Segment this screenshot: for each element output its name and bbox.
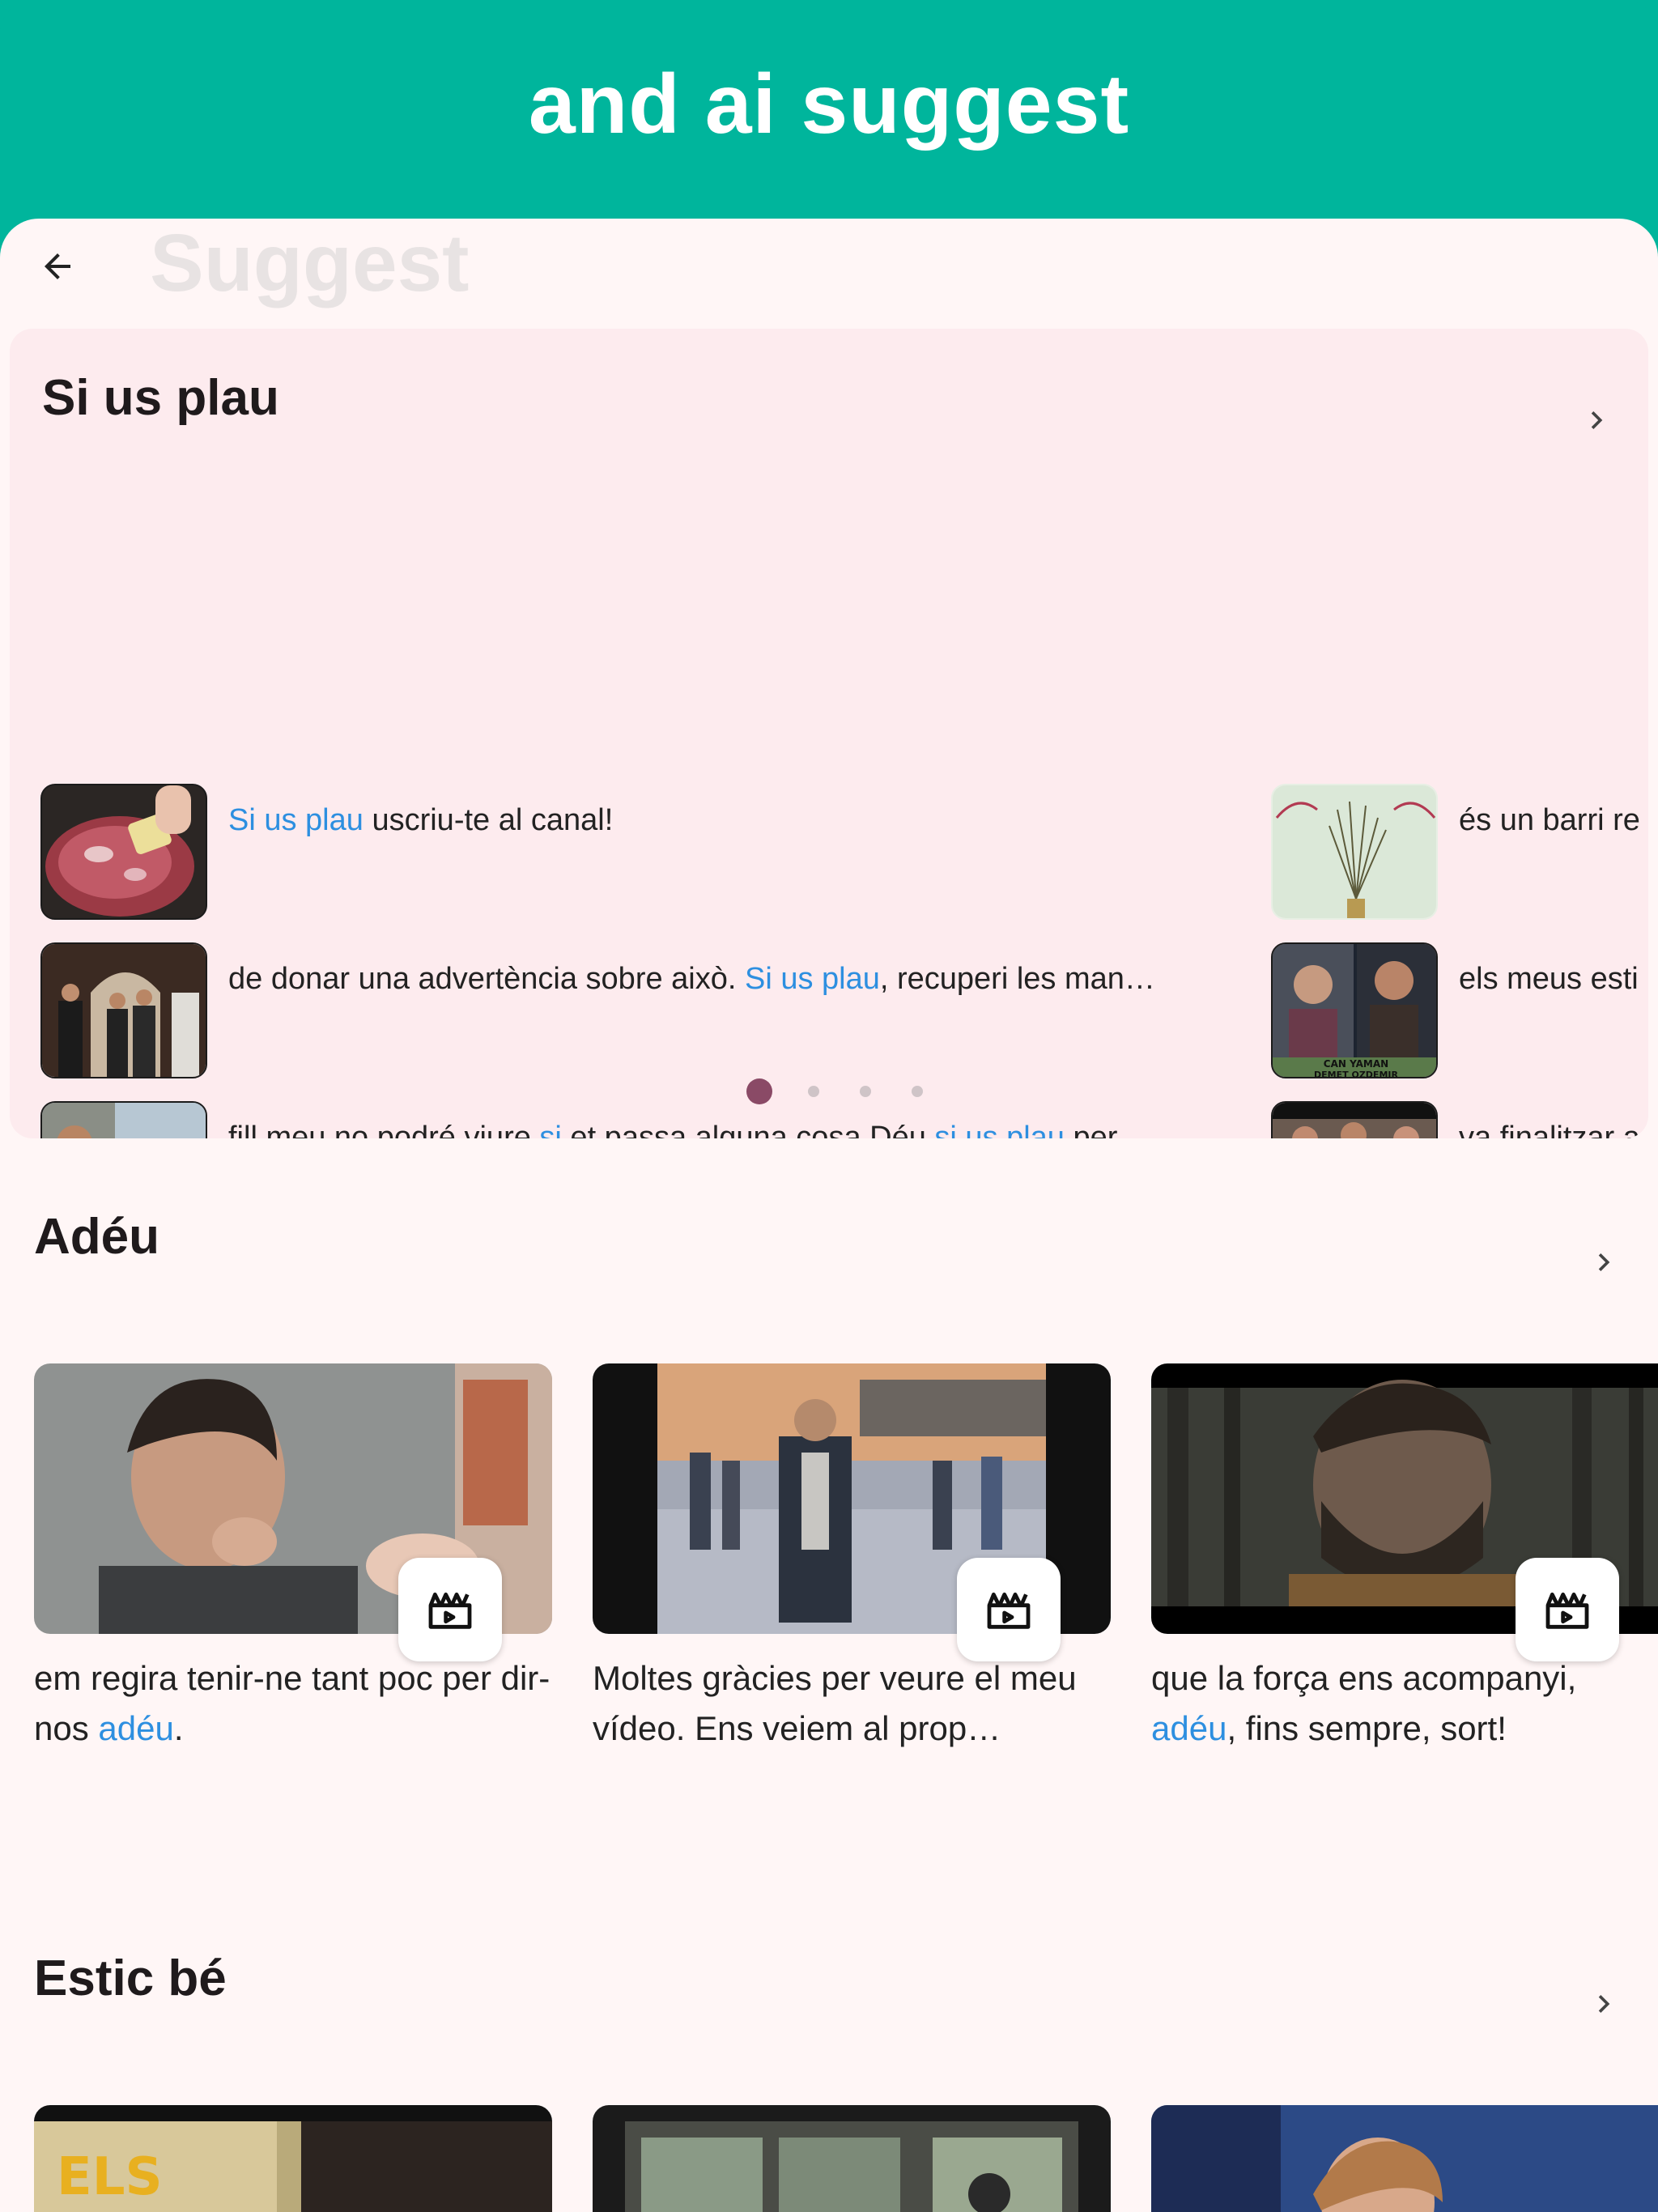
highlighted-keyword: adéu bbox=[98, 1709, 174, 1747]
row-caption: és un barri re bbox=[1459, 803, 1640, 837]
section-title: Si us plau bbox=[42, 370, 279, 426]
video-card[interactable]: Moltes gràcies per veure el meu vídeo. E… bbox=[593, 1363, 1111, 1754]
video-thumbnail[interactable] bbox=[1151, 2105, 1658, 2212]
caption-text: , fins sempre, sort! bbox=[1226, 1709, 1507, 1747]
caption-text: Moltes gràcies per veure el meu vídeo. E… bbox=[593, 1659, 1077, 1747]
page-dot[interactable] bbox=[746, 1078, 772, 1104]
video-caption: Moltes gràcies per veure el meu vídeo. E… bbox=[593, 1653, 1111, 1754]
list-item[interactable]: fill meu no podré viure si et passa algu… bbox=[40, 1101, 1206, 1138]
video-card[interactable]: que la força ens acompanyi, adéu, fins s… bbox=[1151, 1363, 1658, 1754]
woman-portrait-image bbox=[1151, 2105, 1658, 2212]
page-dot[interactable] bbox=[860, 1086, 871, 1097]
chevron-right-icon bbox=[1598, 1995, 1610, 2013]
list-item[interactable]: de donar una advertència sobre això. Si … bbox=[40, 942, 1206, 1080]
list-item[interactable]: va finalitzar a bbox=[1271, 1101, 1648, 1138]
chevron-right-icon bbox=[1598, 1253, 1610, 1271]
section-more-button[interactable] bbox=[1576, 392, 1617, 449]
section-title: Adéu bbox=[34, 1209, 159, 1265]
thumbnail-image bbox=[40, 1101, 207, 1138]
highlighted-keyword: Si us plau bbox=[228, 803, 363, 837]
row-caption: va finalitzar a bbox=[1459, 1121, 1640, 1138]
plant-image bbox=[1273, 785, 1436, 918]
row-caption: de donar una advertència sobre això. Si … bbox=[228, 962, 1184, 997]
caption-text: . bbox=[173, 1709, 184, 1747]
caption-text: per… bbox=[1064, 1121, 1149, 1138]
content-sheet: Suggest Si us plau Si us plau uscriu-te … bbox=[0, 219, 1658, 2212]
top-bar: Suggest bbox=[0, 219, 1658, 324]
app-banner: and ai suggest bbox=[0, 0, 1658, 219]
list-item[interactable]: és un barri re bbox=[1271, 784, 1648, 921]
highlighted-keyword: si us plau bbox=[934, 1121, 1065, 1138]
thumbnail-image bbox=[1271, 1101, 1438, 1138]
arrow-left-icon bbox=[45, 253, 70, 279]
page-title: Suggest bbox=[150, 219, 470, 308]
clapperboard-icon bbox=[987, 1592, 1031, 1629]
video-caption: em regira tenir-ne tant poc per dir-nos … bbox=[34, 1653, 552, 1754]
clapperboard-icon bbox=[1545, 1592, 1589, 1629]
list-item[interactable]: Si us plau uscriu-te al canal! bbox=[40, 784, 1206, 921]
svg-text:CAN YAMAN: CAN YAMAN bbox=[1324, 1058, 1388, 1070]
caption-text: et passa alguna cosa Déu bbox=[561, 1121, 935, 1138]
video-caption: que la força ens acompanyi, adéu, fins s… bbox=[1151, 1653, 1637, 1754]
hospital-image bbox=[42, 1103, 206, 1138]
highlighted-keyword: Si us plau bbox=[744, 962, 880, 996]
list-item[interactable]: CAN YAMAN DEMET OZDEMIR els meus esti bbox=[1271, 942, 1648, 1080]
interior-image bbox=[593, 2105, 1111, 2212]
chevron-right-icon bbox=[1591, 411, 1603, 429]
caption-text: , recuperi les man… bbox=[879, 962, 1155, 996]
clapperboard-button[interactable] bbox=[1516, 1558, 1619, 1661]
actors-image: CAN YAMAN DEMET OZDEMIR bbox=[1273, 944, 1436, 1078]
caption-text: uscriu-te al canal! bbox=[363, 803, 614, 837]
thumbnail-image bbox=[40, 784, 207, 920]
video-card[interactable]: em regira tenir-ne tant poc per dir-nos … bbox=[34, 1363, 552, 1754]
clapperboard-icon bbox=[428, 1592, 472, 1629]
scene-image bbox=[42, 944, 206, 1077]
caption-text: de donar una advertència sobre això. bbox=[228, 962, 745, 996]
section-more-button[interactable] bbox=[1584, 1976, 1624, 2032]
clapperboard-button[interactable] bbox=[398, 1558, 502, 1661]
page-dot[interactable] bbox=[808, 1086, 819, 1097]
section-more-button[interactable] bbox=[1584, 1234, 1624, 1291]
banner-title: and ai suggest bbox=[528, 57, 1130, 151]
clapperboard-button[interactable] bbox=[957, 1558, 1061, 1661]
thumbnail-image bbox=[1271, 784, 1438, 920]
row-caption: els meus esti bbox=[1459, 962, 1639, 996]
svg-text:DEMET OZDEMIR: DEMET OZDEMIR bbox=[1314, 1070, 1398, 1078]
meat-image bbox=[42, 785, 206, 918]
caption-text: fill meu no podré viure bbox=[228, 1121, 540, 1138]
thumbnail-image: CAN YAMAN DEMET OZDEMIR bbox=[1271, 942, 1438, 1078]
page-dot[interactable] bbox=[912, 1086, 923, 1097]
row-caption: Si us plau uscriu-te al canal! bbox=[228, 803, 1184, 838]
movie-poster-image: ELS bbox=[34, 2105, 552, 2212]
highlighted-keyword: si bbox=[539, 1121, 562, 1138]
page-indicator[interactable] bbox=[746, 1078, 963, 1104]
video-thumbnail[interactable]: ELS bbox=[34, 2105, 552, 2212]
caption-text: que la força ens acompanyi, bbox=[1151, 1659, 1577, 1697]
svg-text:ELS: ELS bbox=[57, 2147, 163, 2207]
video-thumbnail[interactable] bbox=[593, 2105, 1111, 2212]
back-button[interactable] bbox=[29, 238, 86, 295]
thumbnail-image bbox=[40, 942, 207, 1078]
highlighted-keyword: adéu bbox=[1151, 1709, 1227, 1747]
section-si-us-plau: Si us plau Si us plau uscriu-te al canal… bbox=[10, 329, 1648, 1138]
news-image bbox=[1273, 1103, 1436, 1138]
row-caption: fill meu no podré viure si et passa algu… bbox=[228, 1121, 1184, 1138]
section-title: Estic bé bbox=[34, 1950, 227, 2006]
